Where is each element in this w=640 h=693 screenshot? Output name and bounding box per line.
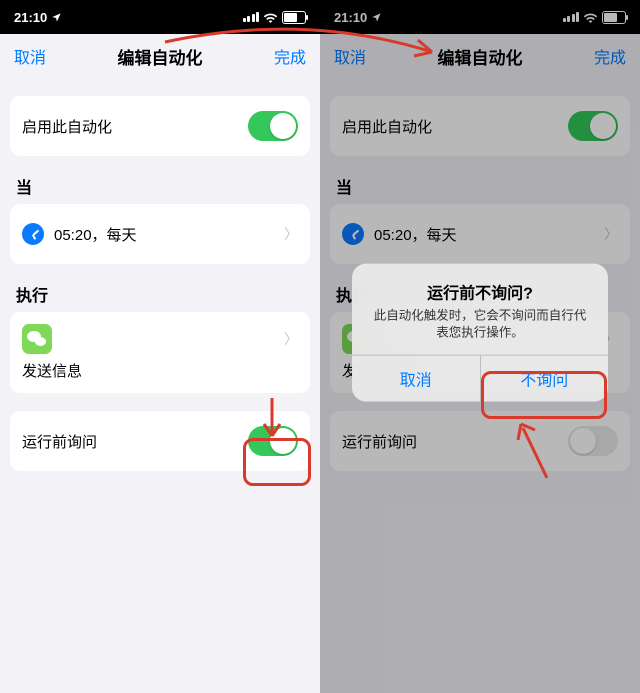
cancel-button[interactable]: 取消 <box>14 44 46 68</box>
ask-before-run-row: 运行前询问 <box>10 411 310 471</box>
wifi-icon <box>263 12 278 23</box>
chevron-right-icon: 〉 <box>284 224 298 244</box>
status-time: 21:10 <box>14 10 47 25</box>
signal-icon <box>243 12 260 22</box>
alert-message: 此自动化触发时，它会不询问而自行代表您执行操作。 <box>352 305 608 355</box>
chevron-right-icon: 〉 <box>284 329 298 349</box>
done-button[interactable]: 完成 <box>274 44 306 68</box>
page-title: 编辑自动化 <box>118 44 203 69</box>
battery-icon <box>282 11 306 24</box>
when-time-label: 05:20，每天 <box>54 224 137 245</box>
confirm-alert: 运行前不询问? 此自动化触发时，它会不询问而自行代表您执行操作。 取消 不询问 <box>352 263 608 402</box>
enable-toggle[interactable] <box>248 111 298 141</box>
alert-title: 运行前不询问? <box>352 263 608 305</box>
clock-icon <box>22 223 44 245</box>
nav-bar: 取消 编辑自动化 完成 <box>0 34 320 78</box>
do-action-row[interactable]: 〉 发送信息 <box>10 312 310 393</box>
ask-toggle[interactable] <box>248 426 298 456</box>
do-heading: 执行 <box>0 282 320 312</box>
status-bar: 21:10 <box>0 0 320 34</box>
enable-automation-row: 启用此自动化 <box>10 96 310 156</box>
do-action-label: 发送信息 <box>22 360 82 381</box>
when-trigger-row[interactable]: 05:20，每天 〉 <box>10 204 310 264</box>
location-icon <box>51 12 62 23</box>
when-heading: 当 <box>0 174 320 204</box>
enable-label: 启用此自动化 <box>22 116 112 137</box>
alert-cancel-button[interactable]: 取消 <box>352 356 480 402</box>
wechat-icon <box>22 324 52 354</box>
ask-label: 运行前询问 <box>22 431 97 452</box>
alert-confirm-button[interactable]: 不询问 <box>480 356 609 402</box>
